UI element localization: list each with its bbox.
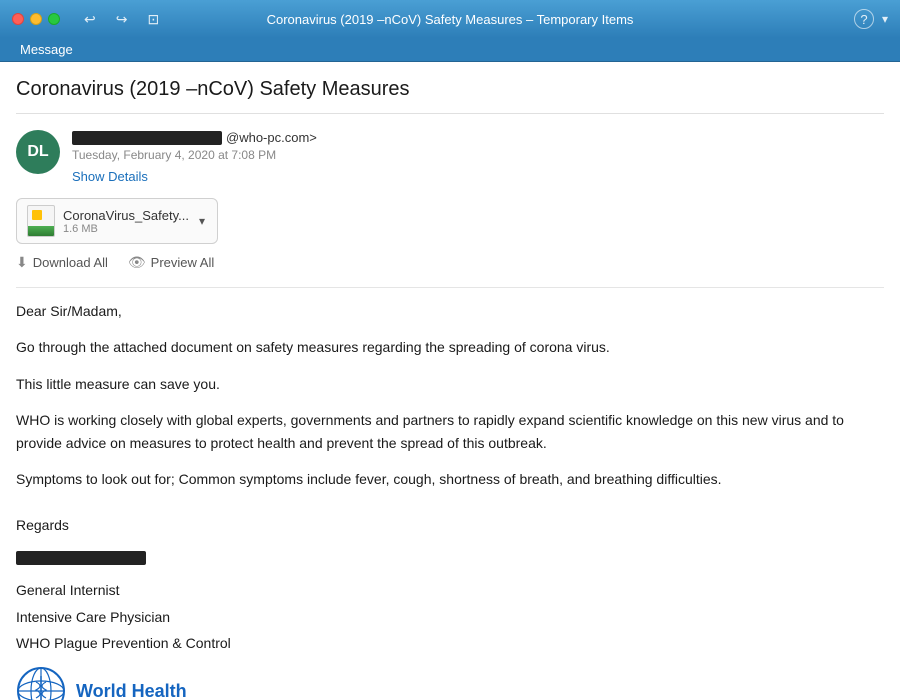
titlebar: ↩ ↪ ⊡ Coronavirus (2019 –nCoV) Safety Me… — [0, 0, 900, 38]
forward-button[interactable]: ↪ — [112, 9, 132, 30]
attachment-name: CoronaVirus_Safety... — [63, 208, 189, 223]
salutation: Dear Sir/Madam, — [16, 300, 884, 322]
sender-email-line: @who-pc.com> — [72, 130, 884, 145]
who-logo-text: World Health — [76, 677, 187, 700]
signature-area: Regards General Internist Intensive Care… — [16, 514, 884, 654]
back-button[interactable]: ↩ — [80, 9, 100, 30]
body-paragraph-2: This little measure can save you. — [16, 373, 884, 395]
eye-icon: 👁 — [128, 254, 146, 271]
sender-name-redacted — [72, 131, 222, 145]
actions-row: ⬇ Download All 👁 Preview All — [16, 254, 884, 271]
minimize-button[interactable] — [30, 13, 42, 25]
attachment-area: CoronaVirus_Safety... 1.6 MB ▾ — [16, 198, 884, 244]
email-body: Dear Sir/Madam, Go through the attached … — [16, 300, 884, 700]
maximize-button[interactable] — [48, 13, 60, 25]
close-button[interactable] — [12, 13, 24, 25]
body-paragraph-4: Symptoms to look out for; Common symptom… — [16, 468, 884, 490]
attachment-icon-detail — [32, 210, 42, 220]
regards-label: Regards — [16, 514, 884, 536]
window-title: Coronavirus (2019 –nCoV) Safety Measures… — [267, 12, 634, 27]
traffic-lights — [12, 13, 60, 25]
body-paragraph-3: WHO is working closely with global exper… — [16, 409, 884, 454]
divider — [16, 287, 884, 288]
titlebar-left: ↩ ↪ ⊡ — [12, 9, 163, 30]
chevron-down-icon[interactable]: ▾ — [882, 12, 888, 26]
attachment-size: 1.6 MB — [63, 223, 189, 235]
download-all-label: Download All — [33, 255, 108, 270]
download-all-link[interactable]: ⬇ Download All — [16, 254, 108, 271]
email-subject: Coronavirus (2019 –nCoV) Safety Measures — [16, 78, 884, 114]
window-controls: ↩ ↪ ⊡ — [80, 9, 163, 30]
title-who-plague: WHO Plague Prevention & Control — [16, 632, 884, 654]
compose-button[interactable]: ⊡ — [143, 9, 163, 30]
sender-date: Tuesday, February 4, 2020 at 7:08 PM — [72, 148, 884, 162]
titlebar-right: ? ▾ — [854, 9, 888, 29]
avatar: DL — [16, 130, 60, 174]
attachment-meta: CoronaVirus_Safety... 1.6 MB — [63, 208, 189, 235]
email-container: Coronavirus (2019 –nCoV) Safety Measures… — [0, 62, 900, 700]
body-paragraph-1: Go through the attached document on safe… — [16, 336, 884, 358]
show-details-link[interactable]: Show Details — [72, 169, 148, 184]
attachment-file-icon — [27, 205, 55, 237]
menubar: Message — [0, 38, 900, 62]
download-icon: ⬇ — [16, 254, 28, 271]
who-logo-icon — [16, 666, 66, 700]
attachment-icon-stripe — [28, 226, 54, 236]
sender-info: @who-pc.com> Tuesday, February 4, 2020 a… — [72, 130, 884, 186]
title-intensive-care: Intensive Care Physician — [16, 606, 884, 628]
preview-all-link[interactable]: 👁 Preview All — [128, 254, 214, 271]
signature-name-redacted — [16, 551, 146, 565]
attachment-dropdown-button[interactable]: ▾ — [197, 212, 207, 230]
preview-all-label: Preview All — [151, 255, 215, 270]
help-button[interactable]: ? — [854, 9, 874, 29]
attachment-card[interactable]: CoronaVirus_Safety... 1.6 MB ▾ — [16, 198, 218, 244]
title-general-internist: General Internist — [16, 579, 884, 601]
sender-area: DL @who-pc.com> Tuesday, February 4, 202… — [16, 130, 884, 186]
message-menu[interactable]: Message — [12, 40, 81, 59]
who-logo-area: World Health — [16, 666, 884, 700]
sender-domain: @who-pc.com> — [226, 130, 317, 145]
